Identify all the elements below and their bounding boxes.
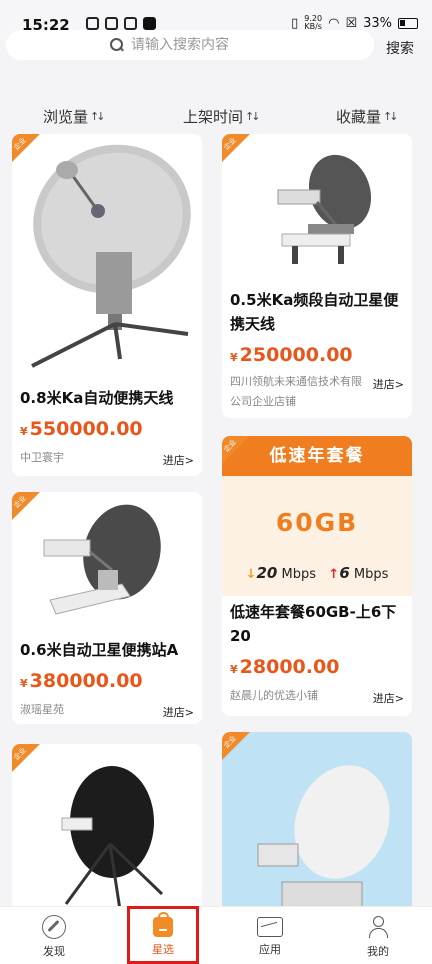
sort-by-views[interactable]: 浏览量 ↑↓ [43, 106, 106, 127]
plan-banner-heading: 低速年套餐 [222, 436, 412, 476]
product-image [61, 766, 164, 911]
sort-icon: ↑↓ [383, 110, 399, 123]
search-icon [109, 37, 125, 53]
product-card[interactable]: 企业 0.8米Ka自动便携天线 ¥550000.00 中卫寰宇 进店> [12, 134, 202, 476]
product-image [277, 154, 372, 264]
enterprise-badge: 企业 [222, 436, 250, 464]
sort-by-favorites[interactable]: 收藏量 ↑↓ [336, 106, 399, 127]
product-image [43, 504, 161, 615]
enterprise-badge: 企业 [222, 134, 250, 162]
shop-name: 中卫寰宇 [20, 451, 64, 464]
chart-icon [257, 917, 283, 937]
product-price: ¥380000.00 [20, 670, 143, 692]
shop-name: 淑瑶星苑 [20, 703, 64, 716]
product-card[interactable]: 低速年套餐 60GB ↓20 Mbps ↑6 Mbps 企业 低速年套餐60GB… [222, 436, 412, 716]
sort-bar: 浏览量 ↑↓ 上架时间 ↑↓ 收藏量 ↑↓ [0, 100, 432, 130]
upload-arrow-icon: ↑ [328, 567, 340, 582]
enter-shop-link[interactable]: 进店> [163, 452, 194, 468]
enterprise-badge: 企业 [222, 732, 250, 760]
plan-speeds: ↓20 Mbps ↑6 Mbps [245, 564, 389, 582]
product-title: 低速年套餐60GB-上6下20 [230, 603, 397, 645]
plan-data-amount: 60GB [275, 508, 359, 537]
product-image [222, 732, 412, 914]
enter-shop-link[interactable]: 进店> [373, 690, 404, 706]
product-price: ¥550000.00 [20, 418, 143, 440]
enterprise-badge: 企业 [12, 134, 40, 162]
enter-shop-link[interactable]: 进店> [163, 704, 194, 720]
enterprise-badge: 企业 [12, 492, 40, 520]
product-card[interactable]: 企业 0.6米自动卫星便携站A ¥380000.00 淑瑶星苑 进店> [12, 492, 202, 724]
search-input[interactable] [131, 37, 271, 53]
tab-apps[interactable]: 应用 [240, 911, 300, 957]
tab-mine[interactable]: 我的 [348, 911, 408, 959]
enter-shop-link[interactable]: 进店> [373, 376, 404, 392]
search-button[interactable]: 搜索 [386, 38, 414, 58]
sort-icon: ↑↓ [245, 110, 261, 123]
product-title: 0.8米Ka自动便携天线 [20, 389, 174, 407]
product-card[interactable]: 企业 [222, 732, 412, 914]
download-arrow-icon: ↓ [245, 567, 257, 582]
product-card[interactable]: 企业 [12, 744, 202, 914]
shop-name: 赵晨儿的优选小铺 [230, 689, 318, 702]
product-price: ¥250000.00 [230, 344, 353, 366]
sort-by-listing-time[interactable]: 上架时间 ↑↓ [183, 106, 261, 127]
sort-icon: ↑↓ [90, 110, 106, 123]
tab-discover[interactable]: 发现 [24, 911, 84, 959]
shop-name: 四川领航未来通信技术有限公司企业店铺 [230, 375, 362, 408]
bottom-tab-bar: 发现 星选 应用 我的 [0, 906, 432, 964]
product-title: 0.6米自动卫星便携站A [20, 641, 179, 659]
product-card[interactable]: 企业 0.5米Ka频段自动卫星便携天线 ¥250000.00 四川领航未来通信技… [222, 134, 412, 418]
enterprise-badge: 企业 [12, 744, 40, 772]
product-title: 0.5米Ka频段自动卫星便携天线 [230, 291, 399, 333]
product-price: ¥28000.00 [230, 656, 340, 678]
search-box[interactable] [6, 30, 374, 60]
active-tab-highlight [127, 906, 199, 964]
user-icon [366, 915, 390, 939]
search-row: 搜索 [0, 24, 432, 66]
compass-icon [42, 915, 66, 939]
product-image [31, 144, 191, 368]
